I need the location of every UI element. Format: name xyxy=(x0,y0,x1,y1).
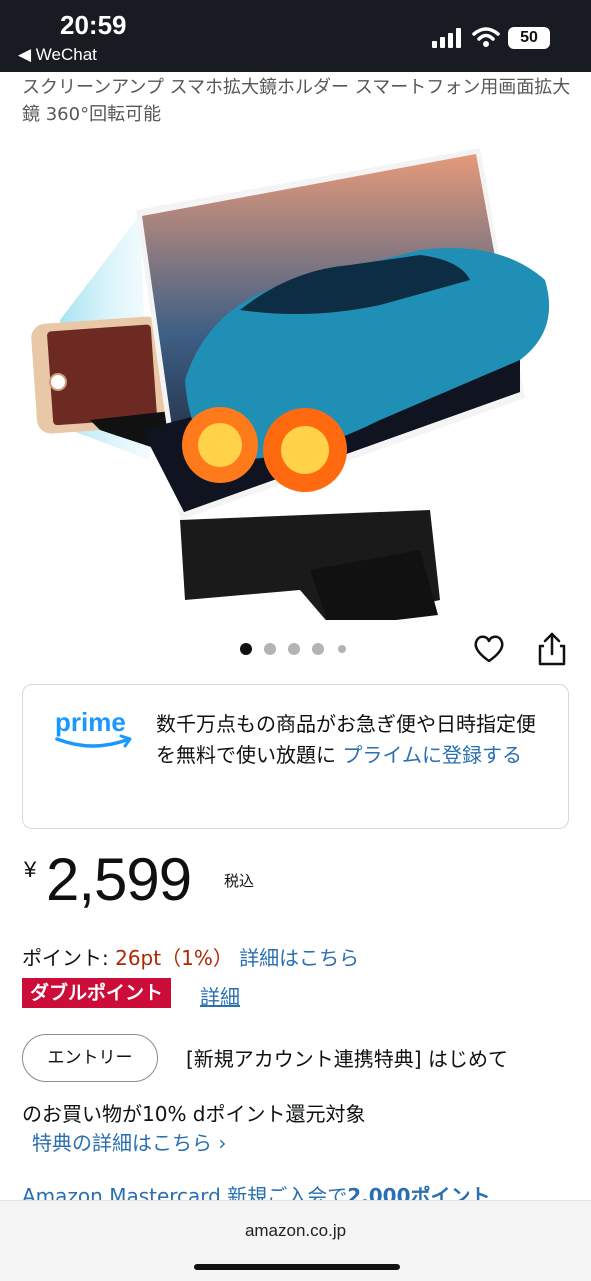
product-image[interactable] xyxy=(0,130,591,620)
carousel-dot-2[interactable] xyxy=(264,643,276,655)
battery-indicator: 50 xyxy=(508,27,550,49)
cellular-signal-icon xyxy=(432,28,461,48)
share-icon[interactable] xyxy=(534,630,570,668)
price-amount: 2,599 xyxy=(46,846,192,913)
prime-logo-icon: prime xyxy=(55,707,132,748)
back-to-wechat-button[interactable]: ◀ WeChat xyxy=(18,45,97,65)
status-time: 20:59 xyxy=(60,10,127,40)
carousel-dot-1[interactable] xyxy=(240,643,252,655)
carousel-dot-3[interactable] xyxy=(288,643,300,655)
entry-button[interactable]: エントリー xyxy=(22,1034,158,1082)
prime-description: 数千万点もの商品がお急ぎ便や日時指定便を無料で使い放題に プライムに登録する xyxy=(156,709,546,771)
double-point-details-link[interactable]: 詳細 xyxy=(200,981,240,1010)
double-point-badge: ダブルポイント xyxy=(22,978,172,1008)
points-label: ポイント: xyxy=(22,946,116,970)
benefit-details-link[interactable]: 特典の詳細はこちら › xyxy=(32,1127,226,1156)
prime-signup-link[interactable]: プライムに登録する xyxy=(342,743,522,767)
url-text[interactable]: amazon.co.jp xyxy=(0,1221,591,1241)
currency-symbol: ¥ xyxy=(24,857,37,882)
entry-offer-text-line1: [新規アカウント連携特典] はじめて xyxy=(186,1047,508,1071)
carousel-dot-4[interactable] xyxy=(312,643,324,655)
tax-included-label: 税込 xyxy=(224,872,255,890)
heart-icon[interactable] xyxy=(472,632,506,666)
home-indicator[interactable] xyxy=(194,1264,400,1270)
product-title[interactable]: スクリーンアンプ スマホ拡大鏡ホルダー スマートフォン用画面拡大鏡 360°回転… xyxy=(22,74,577,128)
svg-text:prime: prime xyxy=(55,707,126,737)
points-row: ポイント: 26pt（1%） 詳細はこちら xyxy=(22,942,359,971)
status-bar: 20:59 ◀ WeChat 50 xyxy=(0,0,591,72)
prime-promo-card[interactable]: prime 数千万点もの商品がお急ぎ便や日時指定便を無料で使い放題に プライムに… xyxy=(22,684,569,829)
browser-address-bar[interactable]: amazon.co.jp xyxy=(0,1200,591,1281)
carousel-dot-5[interactable] xyxy=(338,645,346,653)
image-carousel-indicator[interactable] xyxy=(240,643,360,657)
entry-offer-text-line2: のお買い物が10% dポイント還元対象 xyxy=(22,1102,366,1126)
points-value: 26pt（1%） xyxy=(115,946,233,970)
points-details-link[interactable]: 詳細はこちら xyxy=(239,946,359,970)
wifi-icon xyxy=(472,27,500,47)
